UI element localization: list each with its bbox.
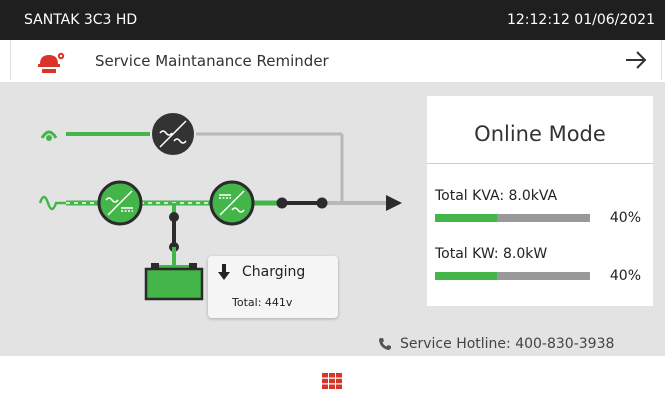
- mode-label: Online Mode: [474, 122, 606, 146]
- kw-stat: Total KW: 8.0kW 40%: [435, 246, 647, 284]
- arrow-down-icon: [218, 264, 230, 280]
- kva-percent: 40%: [609, 210, 641, 226]
- kva-stat: Total KVA: 8.0kVA 40%: [435, 188, 647, 226]
- grid-menu-icon[interactable]: [322, 373, 342, 389]
- battery-state: Charging: [242, 264, 306, 280]
- battery-icon: [144, 263, 204, 301]
- kva-bar-fill: [435, 214, 497, 222]
- kw-percent: 40%: [609, 268, 641, 284]
- inverter-icon: [209, 180, 255, 226]
- output-arrow: [386, 195, 402, 211]
- main-panel: Charging Total: 441v Online Mode Total K…: [0, 82, 665, 356]
- kva-bar: [435, 214, 590, 222]
- notice-text: Service Maintanance Reminder: [95, 52, 329, 70]
- kw-label: Total KW: 8.0kW: [435, 246, 548, 262]
- rectifier-icon: [97, 180, 143, 226]
- kw-bar-fill: [435, 272, 497, 280]
- mode-card: Online Mode Total KVA: 8.0kVA 40% Total …: [427, 96, 653, 306]
- mains-input-icon: [38, 195, 66, 211]
- battery-branch: [156, 203, 192, 269]
- phone-icon: [379, 338, 391, 350]
- device-name: SANTAK 3C3 HD: [24, 12, 138, 28]
- output-switch: [276, 197, 328, 209]
- bypass-source-icon: [40, 130, 58, 141]
- bottom-bar: [0, 356, 665, 402]
- arrow-right-icon[interactable]: [625, 50, 647, 70]
- hotline-text: Service Hotline: 400-830-3938: [400, 336, 615, 352]
- battery-status-card: Charging Total: 441v: [208, 256, 338, 318]
- divider: [427, 163, 653, 164]
- battery-voltage: Total: 441v: [232, 296, 293, 309]
- static-bypass-icon: [150, 111, 196, 157]
- kva-label: Total KVA: 8.0kVA: [435, 188, 558, 204]
- clock: 12:12:12 01/06/2021: [506, 12, 655, 28]
- status-bar: SANTAK 3C3 HD 12:12:12 01/06/2021: [0, 0, 665, 40]
- kw-bar: [435, 272, 590, 280]
- maintenance-notice[interactable]: Service Maintanance Reminder: [10, 40, 662, 80]
- maintenance-worker-icon: [38, 52, 65, 73]
